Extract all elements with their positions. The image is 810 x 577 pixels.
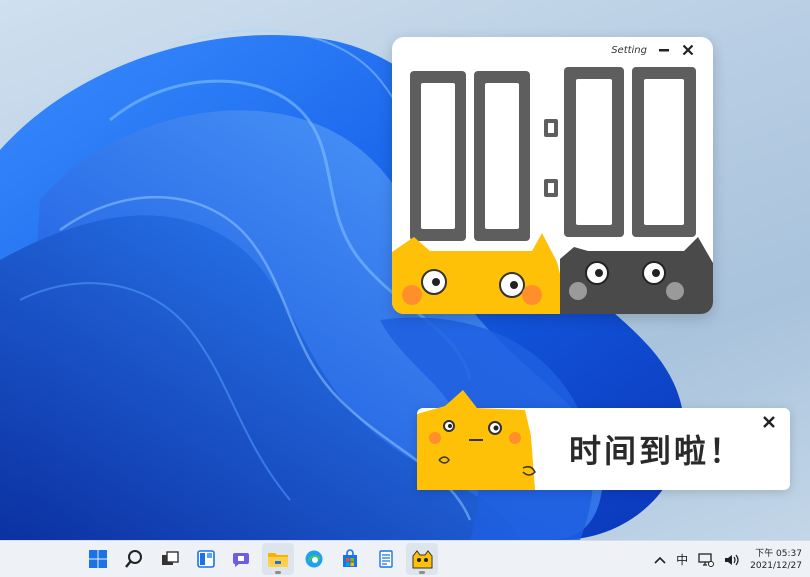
windows-start-icon [89,550,107,568]
notification-message: 时间到啦！ [569,432,745,470]
second-tens-digit [564,67,624,237]
chat-icon [233,553,249,567]
timer-titlebar: Setting [611,43,695,57]
notification-close-button[interactable] [762,414,778,430]
running-indicator [275,571,281,574]
minimize-button[interactable] [657,43,671,57]
store-button[interactable] [334,543,366,575]
clock-date: 2021/12/27 [750,560,802,571]
minute-tens-digit [410,71,466,241]
taskbar: 中 下午 05:37 2021/12/27 [0,540,810,577]
chevron-up-icon [654,556,666,564]
close-icon [682,44,694,56]
file-explorer-button[interactable] [262,543,294,575]
notepad-button[interactable] [370,543,402,575]
taskbar-apps [82,543,438,575]
setting-button[interactable]: Setting [611,45,647,56]
edge-button[interactable] [298,543,330,575]
chat-button[interactable] [226,543,258,575]
network-button[interactable] [698,552,715,567]
task-view-button[interactable] [154,543,186,575]
volume-button[interactable] [724,553,740,567]
close-button[interactable] [681,43,695,57]
widgets-button[interactable] [190,543,222,575]
file-explorer-icon [268,553,288,567]
edge-icon [305,550,323,568]
show-hidden-icons-button[interactable] [654,555,666,565]
running-indicator [419,571,425,574]
system-tray: 中 下午 05:37 2021/12/27 [654,541,802,577]
speaker-icon [725,554,739,565]
notification-cat-illustration [417,390,536,490]
colon-separator [544,119,558,197]
yellow-cat-illustration [392,233,570,314]
timer-display [392,67,713,314]
second-ones-digit [632,67,696,237]
minute-ones-digit [474,71,530,241]
search-icon [125,550,142,568]
clock[interactable]: 下午 05:37 2021/12/27 [750,548,802,572]
cat-timer-window: 00 00 Setting [392,37,713,314]
notepad-icon [379,550,393,568]
cat-timer-icon [412,550,433,569]
cat-timer-button[interactable] [406,543,438,575]
grey-cat-illustration [560,237,713,314]
widgets-icon [197,550,215,568]
search-button[interactable] [118,543,150,575]
close-icon [763,416,775,428]
clock-time: 下午 05:37 [755,548,802,559]
input-method-indicator[interactable]: 中 [676,551,688,568]
task-view-icon [162,551,179,565]
minimize-icon [659,49,669,52]
start-button[interactable] [82,543,114,575]
network-icon [698,552,715,567]
store-icon [343,549,357,567]
